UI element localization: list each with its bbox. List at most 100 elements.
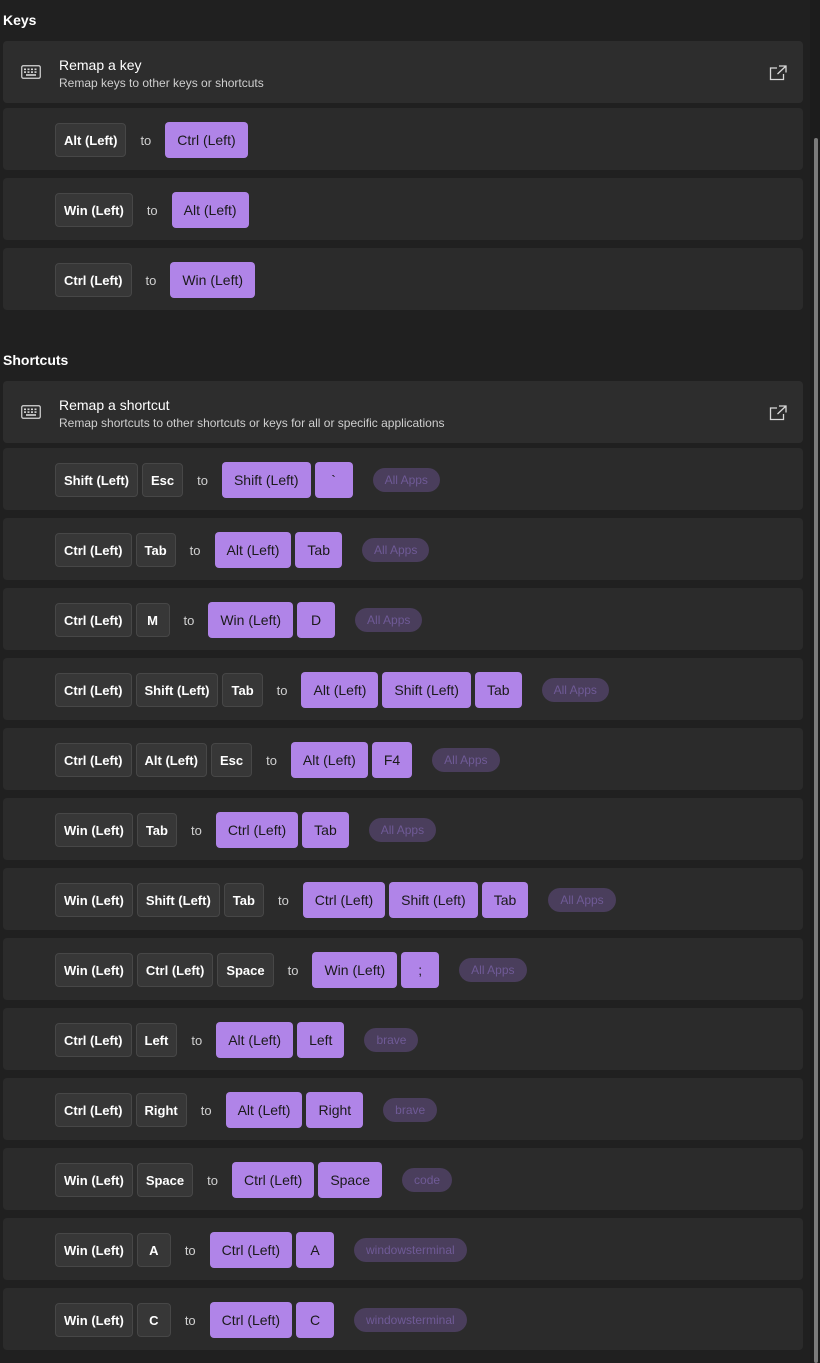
- target-key: Win (Left): [312, 952, 398, 988]
- remap-row: Win (Left) Shift (Left) Tab to Ctrl (Left) Sh…: [55, 882, 616, 918]
- remap-item[interactable]: Ctrl (Left) Shift (Left) Tab to Alt (Left) Sh…: [3, 658, 803, 720]
- app-badge: All Apps: [432, 748, 500, 772]
- source-key: Ctrl (Left): [55, 603, 132, 637]
- remap-item[interactable]: Win (Left) Ato Ctrl (Left) Awindowsterminal: [3, 1218, 803, 1280]
- target-key: Tab: [474, 672, 522, 708]
- app-badge: windowsterminal: [354, 1238, 467, 1262]
- target-key: Ctrl (Left): [231, 1162, 315, 1198]
- remap-item[interactable]: Ctrl (Left) Right to Alt (Left) Right brave: [3, 1078, 803, 1140]
- source-key: Tab: [222, 673, 263, 707]
- source-key: M: [135, 603, 170, 637]
- shortcuts-section-header[interactable]: Remap a shortcut Remap shortcuts to other…: [3, 381, 803, 443]
- target-key: Ctrl (Left): [302, 882, 386, 918]
- target-key: Win (Left): [208, 602, 294, 638]
- source-key: Shift (Left): [135, 673, 219, 707]
- source-key: Ctrl (Left): [55, 533, 132, 567]
- remap-item[interactable]: Shift (Left) Esc to Shift (Left) ` All Apps: [3, 448, 803, 510]
- target-key: `: [314, 462, 353, 498]
- scrollbar[interactable]: [810, 0, 820, 1363]
- target-key: Space: [318, 1162, 383, 1198]
- target-key: Win (Left): [170, 262, 256, 298]
- to-label: to: [184, 1312, 196, 1328]
- to-label: to: [266, 752, 277, 768]
- remap-item[interactable]: Ctrl (Left) Left to Alt (Left) Left brave: [3, 1008, 803, 1070]
- to-label: to: [183, 612, 195, 628]
- remap-item[interactable]: Win (Left) Shift (Left) Tab to Ctrl (Left) Sh…: [3, 868, 803, 930]
- source-key: Shift (Left): [55, 463, 138, 497]
- to-label: to: [190, 822, 202, 838]
- header-description: Remap keys to other keys or shortcuts: [59, 76, 264, 90]
- remap-item[interactable]: Win (Left) to Alt (Left): [3, 178, 803, 240]
- remap-row: Shift (Left) Esc to Shift (Left) ` All Apps: [55, 462, 440, 498]
- remap-item[interactable]: Ctrl (Left) Alt (Left) Esc to Alt (Left) F4 Al…: [3, 728, 803, 790]
- remap-item[interactable]: Alt (Left) to Ctrl (Left): [3, 108, 803, 170]
- remap-item[interactable]: Ctrl (Left) to Win (Left): [3, 248, 803, 310]
- remap-row: Win (Left) to Alt (Left): [55, 192, 249, 228]
- open-external-icon: [769, 65, 787, 81]
- target-key: Tab: [481, 882, 529, 918]
- to-label: to: [145, 272, 157, 288]
- target-key: Alt (Left): [216, 1022, 294, 1058]
- source-key: Tab: [136, 813, 177, 847]
- source-key: Ctrl (Left): [136, 953, 214, 987]
- target-key: Ctrl (Left): [209, 1232, 292, 1268]
- remap-row: Win (Left) Ctrl (Left) Space to Win (Left); A…: [55, 952, 527, 988]
- target-key: Ctrl (Left): [215, 812, 299, 848]
- remap-item[interactable]: Ctrl (Left) Tab to Alt (Left) Tab All Apps: [3, 518, 803, 580]
- source-key: Ctrl (Left): [55, 673, 132, 707]
- source-key: Win (Left): [55, 813, 133, 847]
- app-badge: windowsterminal: [354, 1308, 467, 1332]
- app-badge: All Apps: [355, 608, 423, 632]
- keyboard-icon: [21, 405, 41, 419]
- target-key: Shift (Left): [382, 672, 471, 708]
- app-badge: All Apps: [541, 678, 609, 702]
- remap-item[interactable]: Win (Left) Space to Ctrl (Left) Space code: [3, 1148, 803, 1210]
- remap-row: Ctrl (Left) Shift (Left) Tab to Alt (Left) Sh…: [55, 672, 609, 708]
- source-key: Ctrl (Left): [55, 1023, 132, 1057]
- remap-item[interactable]: Ctrl (Left) Mto Win (Left) D All Apps: [3, 588, 803, 650]
- target-key: Tab: [302, 812, 349, 848]
- source-key: Alt (Left): [55, 123, 127, 157]
- app-badge: All Apps: [372, 468, 440, 492]
- target-key: C: [296, 1302, 334, 1338]
- app-badge: All Apps: [459, 958, 527, 982]
- source-key: Space: [217, 953, 274, 987]
- target-key: Alt (Left): [171, 192, 249, 228]
- remap-row: Ctrl (Left) Mto Win (Left) D All Apps: [55, 602, 423, 638]
- app-badge: All Apps: [548, 888, 616, 912]
- remap-item[interactable]: Win (Left) Ctrl (Left) Space to Win (Left); A…: [3, 938, 803, 1000]
- target-key: Ctrl (Left): [165, 122, 248, 158]
- app-badge: brave: [364, 1028, 419, 1052]
- to-label: to: [140, 132, 152, 148]
- source-key: Esc: [141, 463, 184, 497]
- keys-section-header[interactable]: Remap a key Remap keys to other keys or s…: [3, 41, 803, 103]
- source-key: Left: [135, 1023, 178, 1057]
- target-key: D: [297, 602, 336, 638]
- remap-row: Win (Left) Space to Ctrl (Left) Space code: [55, 1162, 453, 1198]
- remap-row: Win (Left) Ato Ctrl (Left) Awindowsterminal: [55, 1232, 467, 1268]
- to-label: to: [146, 202, 158, 218]
- scrollbar-thumb[interactable]: [814, 138, 818, 1363]
- shortcuts-section-title: Shortcuts: [3, 352, 69, 368]
- target-key: Shift (Left): [221, 462, 311, 498]
- source-key: Win (Left): [55, 1303, 133, 1337]
- target-key: Ctrl (Left): [209, 1302, 292, 1338]
- header-description: Remap shortcuts to other shortcuts or ke…: [59, 416, 445, 430]
- target-key: Alt (Left): [225, 1092, 303, 1128]
- source-key: A: [136, 1233, 171, 1267]
- source-key: Right: [135, 1093, 187, 1127]
- remap-item[interactable]: Win (Left) Cto Ctrl (Left) Cwindowsterminal: [3, 1288, 803, 1350]
- target-key: Right: [306, 1092, 364, 1128]
- source-key: Tab: [223, 883, 264, 917]
- remap-item[interactable]: Win (Left) Tab to Ctrl (Left) Tab All Apps: [3, 798, 803, 860]
- target-key: A: [296, 1232, 334, 1268]
- header-title: Remap a shortcut: [59, 397, 170, 413]
- source-key: Alt (Left): [135, 743, 207, 777]
- app-badge: All Apps: [361, 538, 430, 562]
- remap-row: Win (Left) Tab to Ctrl (Left) Tab All Apps: [55, 812, 437, 848]
- source-key: Ctrl (Left): [55, 743, 132, 777]
- source-key: Esc: [210, 743, 253, 777]
- source-key: Win (Left): [55, 883, 133, 917]
- remap-row: Ctrl (Left) Tab to Alt (Left) Tab All Apps: [55, 532, 430, 568]
- target-key: Alt (Left): [290, 742, 368, 778]
